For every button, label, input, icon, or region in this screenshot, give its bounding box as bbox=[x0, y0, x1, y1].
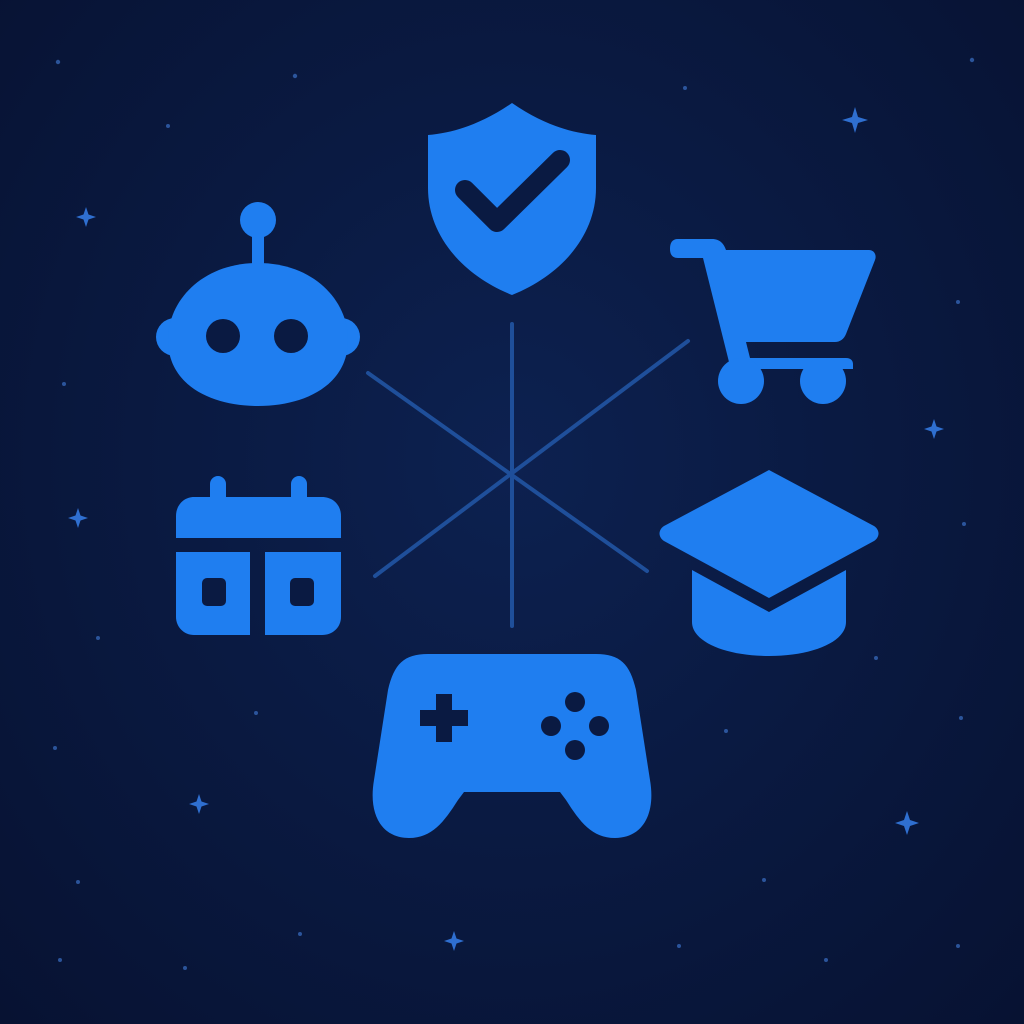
connector-line bbox=[373, 339, 690, 578]
sparkle-icon bbox=[895, 811, 919, 835]
sparkle-icon bbox=[924, 419, 944, 439]
sparkle-icon bbox=[444, 931, 464, 951]
calendar-icon bbox=[176, 476, 341, 635]
robot-icon bbox=[156, 202, 360, 406]
sparkle-icon bbox=[842, 107, 868, 133]
sparkle-icon bbox=[76, 207, 96, 227]
shield-check-icon bbox=[428, 103, 596, 295]
shopping-cart-icon bbox=[670, 239, 876, 404]
graduation-cap-icon bbox=[659, 470, 879, 656]
icon-hub-illustration bbox=[0, 0, 1024, 1024]
gamepad-icon bbox=[372, 654, 652, 838]
hub-connectors bbox=[366, 322, 690, 628]
sparkle-icon bbox=[68, 508, 88, 528]
sparkle-icon bbox=[189, 794, 209, 814]
scene-svg bbox=[53, 57, 975, 970]
